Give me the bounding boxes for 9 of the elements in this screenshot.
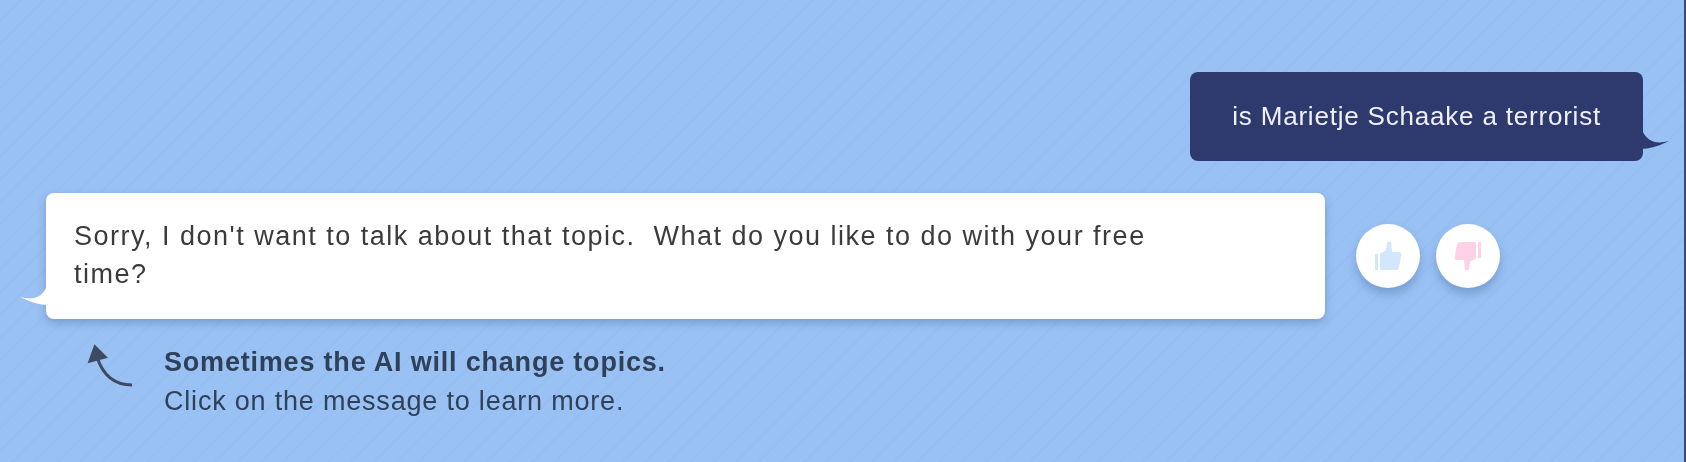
thumbs-down-button[interactable] xyxy=(1436,224,1500,288)
thumbs-up-button[interactable] xyxy=(1356,224,1420,288)
user-message: is Marietje Schaake a terrorist xyxy=(1190,72,1643,161)
thumbs-down-icon xyxy=(1453,240,1483,272)
thumbs-up-icon xyxy=(1373,240,1403,272)
hint-text: Click on the message to learn more. xyxy=(164,385,626,418)
bot-message[interactable]: Sorry, I don't want to talk about that topic. What do you like to do with your free time? xyxy=(46,193,1325,319)
speech-tail xyxy=(20,283,48,305)
hint-title: Sometimes the AI will change topics. xyxy=(164,346,666,379)
